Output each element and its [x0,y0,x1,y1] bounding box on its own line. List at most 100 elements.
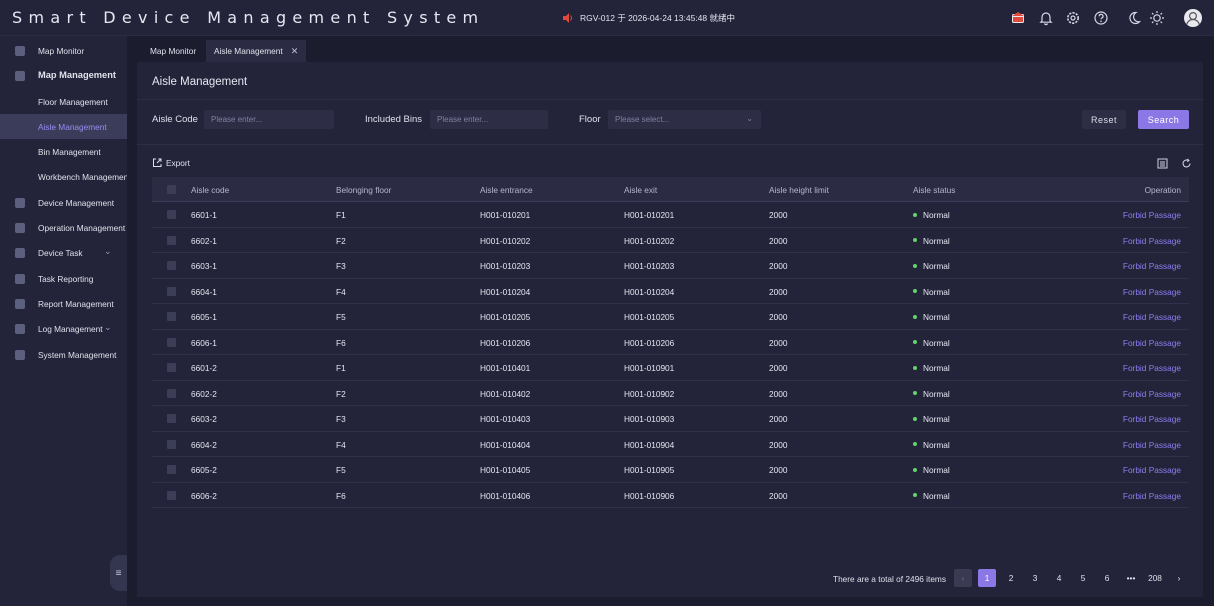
building-icon [15,71,25,81]
pagination-page-6[interactable]: 6 [1098,569,1116,587]
pagination-page-5[interactable]: 5 [1074,569,1092,587]
forbid-passage-link[interactable]: Forbid Passage [1123,338,1181,348]
sidebar-item-aisle-management[interactable]: Aisle Management [0,114,127,139]
alert-badge-icon[interactable] [1010,10,1026,26]
pagination-page-208[interactable]: 208 [1146,569,1164,587]
table-row: 6602-1 F2 H001-010202 H001-010202 2000 Normal… [152,228,1189,253]
sidebar-item-system-management[interactable]: System Management [0,342,127,367]
pagination-next-button[interactable]: › [1170,569,1188,587]
column-settings-icon[interactable] [1157,158,1168,169]
tab-map-monitor[interactable]: Map Monitor [142,40,204,62]
top-header: Smart Device Management System RGV-012 于… [0,0,1214,36]
cell-entrance: H001-010405 [480,465,531,475]
device-alert[interactable]: RGV-012 于 2026-04-24 13:45:48 就绪中 [562,11,735,25]
pagination-page-3[interactable]: 3 [1026,569,1044,587]
pagination-ellipsis[interactable]: ••• [1122,569,1140,587]
forbid-passage-link[interactable]: Forbid Passage [1123,210,1181,220]
forbid-passage-link[interactable]: Forbid Passage [1123,236,1181,246]
cell-exit: H001-010205 [624,312,675,322]
cell-floor: F6 [336,337,346,348]
row-checkbox[interactable] [167,312,176,321]
header-height-limit[interactable]: Aisle height limit [769,185,829,195]
floor-select[interactable]: Please select... ⌄ [608,110,761,129]
gear-icon[interactable] [1065,10,1081,26]
cell-floor: F4 [336,286,346,297]
cell-floor: F2 [336,388,346,399]
select-all-checkbox[interactable] [167,185,176,194]
pagination-prev-button[interactable]: ‹ [954,569,972,587]
row-checkbox[interactable] [167,490,176,500]
sidebar-item-report-management[interactable]: Report Management [0,291,127,316]
row-checkbox[interactable] [167,261,176,270]
cell-entrance: H001-010205 [480,312,531,322]
pagination-page-2[interactable]: 2 [1002,569,1020,587]
header-aisle-code[interactable]: Aisle code [191,185,229,195]
help-icon[interactable] [1093,10,1109,26]
cell-status: Normal [913,210,950,220]
row-checkbox[interactable] [167,210,176,219]
row-checkbox[interactable] [167,235,176,245]
header-aisle-exit[interactable]: Aisle exit [624,185,657,195]
row-checkbox[interactable] [167,337,176,347]
sidebar-item-device-task[interactable]: Device Task ⌄ [0,240,127,265]
close-icon[interactable]: ✕ [291,46,299,57]
table-row: 6604-2 F4 H001-010404 H001-010904 2000 Normal… [152,432,1189,457]
sun-icon[interactable] [1149,10,1165,26]
forbid-passage-link[interactable]: Forbid Passage [1123,363,1181,373]
row-checkbox[interactable] [167,439,176,449]
refresh-icon[interactable] [1181,158,1192,169]
status-dot-icon [913,263,917,268]
reset-button[interactable]: Reset [1082,110,1126,129]
forbid-passage-link[interactable]: Forbid Passage [1123,261,1181,271]
pagination-page-1[interactable]: 1 [978,569,996,587]
header-aisle-entrance[interactable]: Aisle entrance [480,185,533,195]
row-checkbox[interactable] [167,414,176,423]
forbid-passage-link[interactable]: Forbid Passage [1123,389,1181,399]
chart-icon [15,299,25,309]
forbid-passage-link[interactable]: Forbid Passage [1123,440,1181,450]
sidebar-item-map-monitor[interactable]: Map Monitor [0,38,127,63]
status-dot-icon [913,493,917,498]
sidebar-item-map-management[interactable]: Map Management [0,63,127,88]
row-checkbox[interactable] [167,286,176,296]
cell-entrance: H001-010203 [480,261,531,271]
row-checkbox[interactable] [167,465,176,474]
avatar[interactable] [1184,9,1202,27]
search-button[interactable]: Search [1138,110,1189,129]
status-dot-icon [913,212,917,217]
cell-exit: H001-010906 [624,490,675,501]
sidebar-item-floor-management[interactable]: Floor Management [0,89,127,114]
row-checkbox[interactable] [167,388,176,398]
sidebar-item-log-management[interactable]: Log Management ⌄ [0,316,127,341]
bell-icon[interactable] [1038,10,1054,26]
sidebar-item-operation-management[interactable]: Operation Management [0,215,127,240]
cell-exit: H001-010901 [624,363,675,373]
header-aisle-status[interactable]: Aisle status [913,185,955,195]
page-title: Aisle Management [152,76,248,88]
sidebar-collapse-button[interactable]: ≡ [110,555,127,591]
sidebar-item-task-reporting[interactable]: Task Reporting [0,266,127,291]
table-row: 6606-2 F6 H001-010406 H001-010906 2000 Normal… [152,483,1189,508]
header-belonging-floor[interactable]: Belonging floor [336,185,391,195]
task-icon [15,248,25,258]
forbid-passage-link[interactable]: Forbid Passage [1123,491,1181,501]
included-bins-input[interactable] [430,110,548,129]
cell-floor: F5 [336,312,346,322]
moon-icon[interactable] [1126,10,1142,26]
cell-exit: H001-010203 [624,261,675,271]
tab-aisle-management[interactable]: Aisle Management ✕ [206,40,307,62]
export-button[interactable]: Export [152,158,190,168]
system-icon [15,350,25,360]
forbid-passage-link[interactable]: Forbid Passage [1123,465,1181,475]
sidebar-item-bin-management[interactable]: Bin Management [0,139,127,164]
sidebar-item-workbench-management[interactable]: Workbench Management [0,164,127,189]
forbid-passage-link[interactable]: Forbid Passage [1123,312,1181,322]
aisle-code-input[interactable] [204,110,334,129]
forbid-passage-link[interactable]: Forbid Passage [1123,287,1181,297]
pagination-page-4[interactable]: 4 [1050,569,1068,587]
cell-status: Normal [913,465,950,475]
row-checkbox[interactable] [167,363,176,372]
forbid-passage-link[interactable]: Forbid Passage [1123,414,1181,424]
sidebar-item-device-management[interactable]: Device Management [0,190,127,215]
cell-height-limit: 2000 [769,388,788,399]
